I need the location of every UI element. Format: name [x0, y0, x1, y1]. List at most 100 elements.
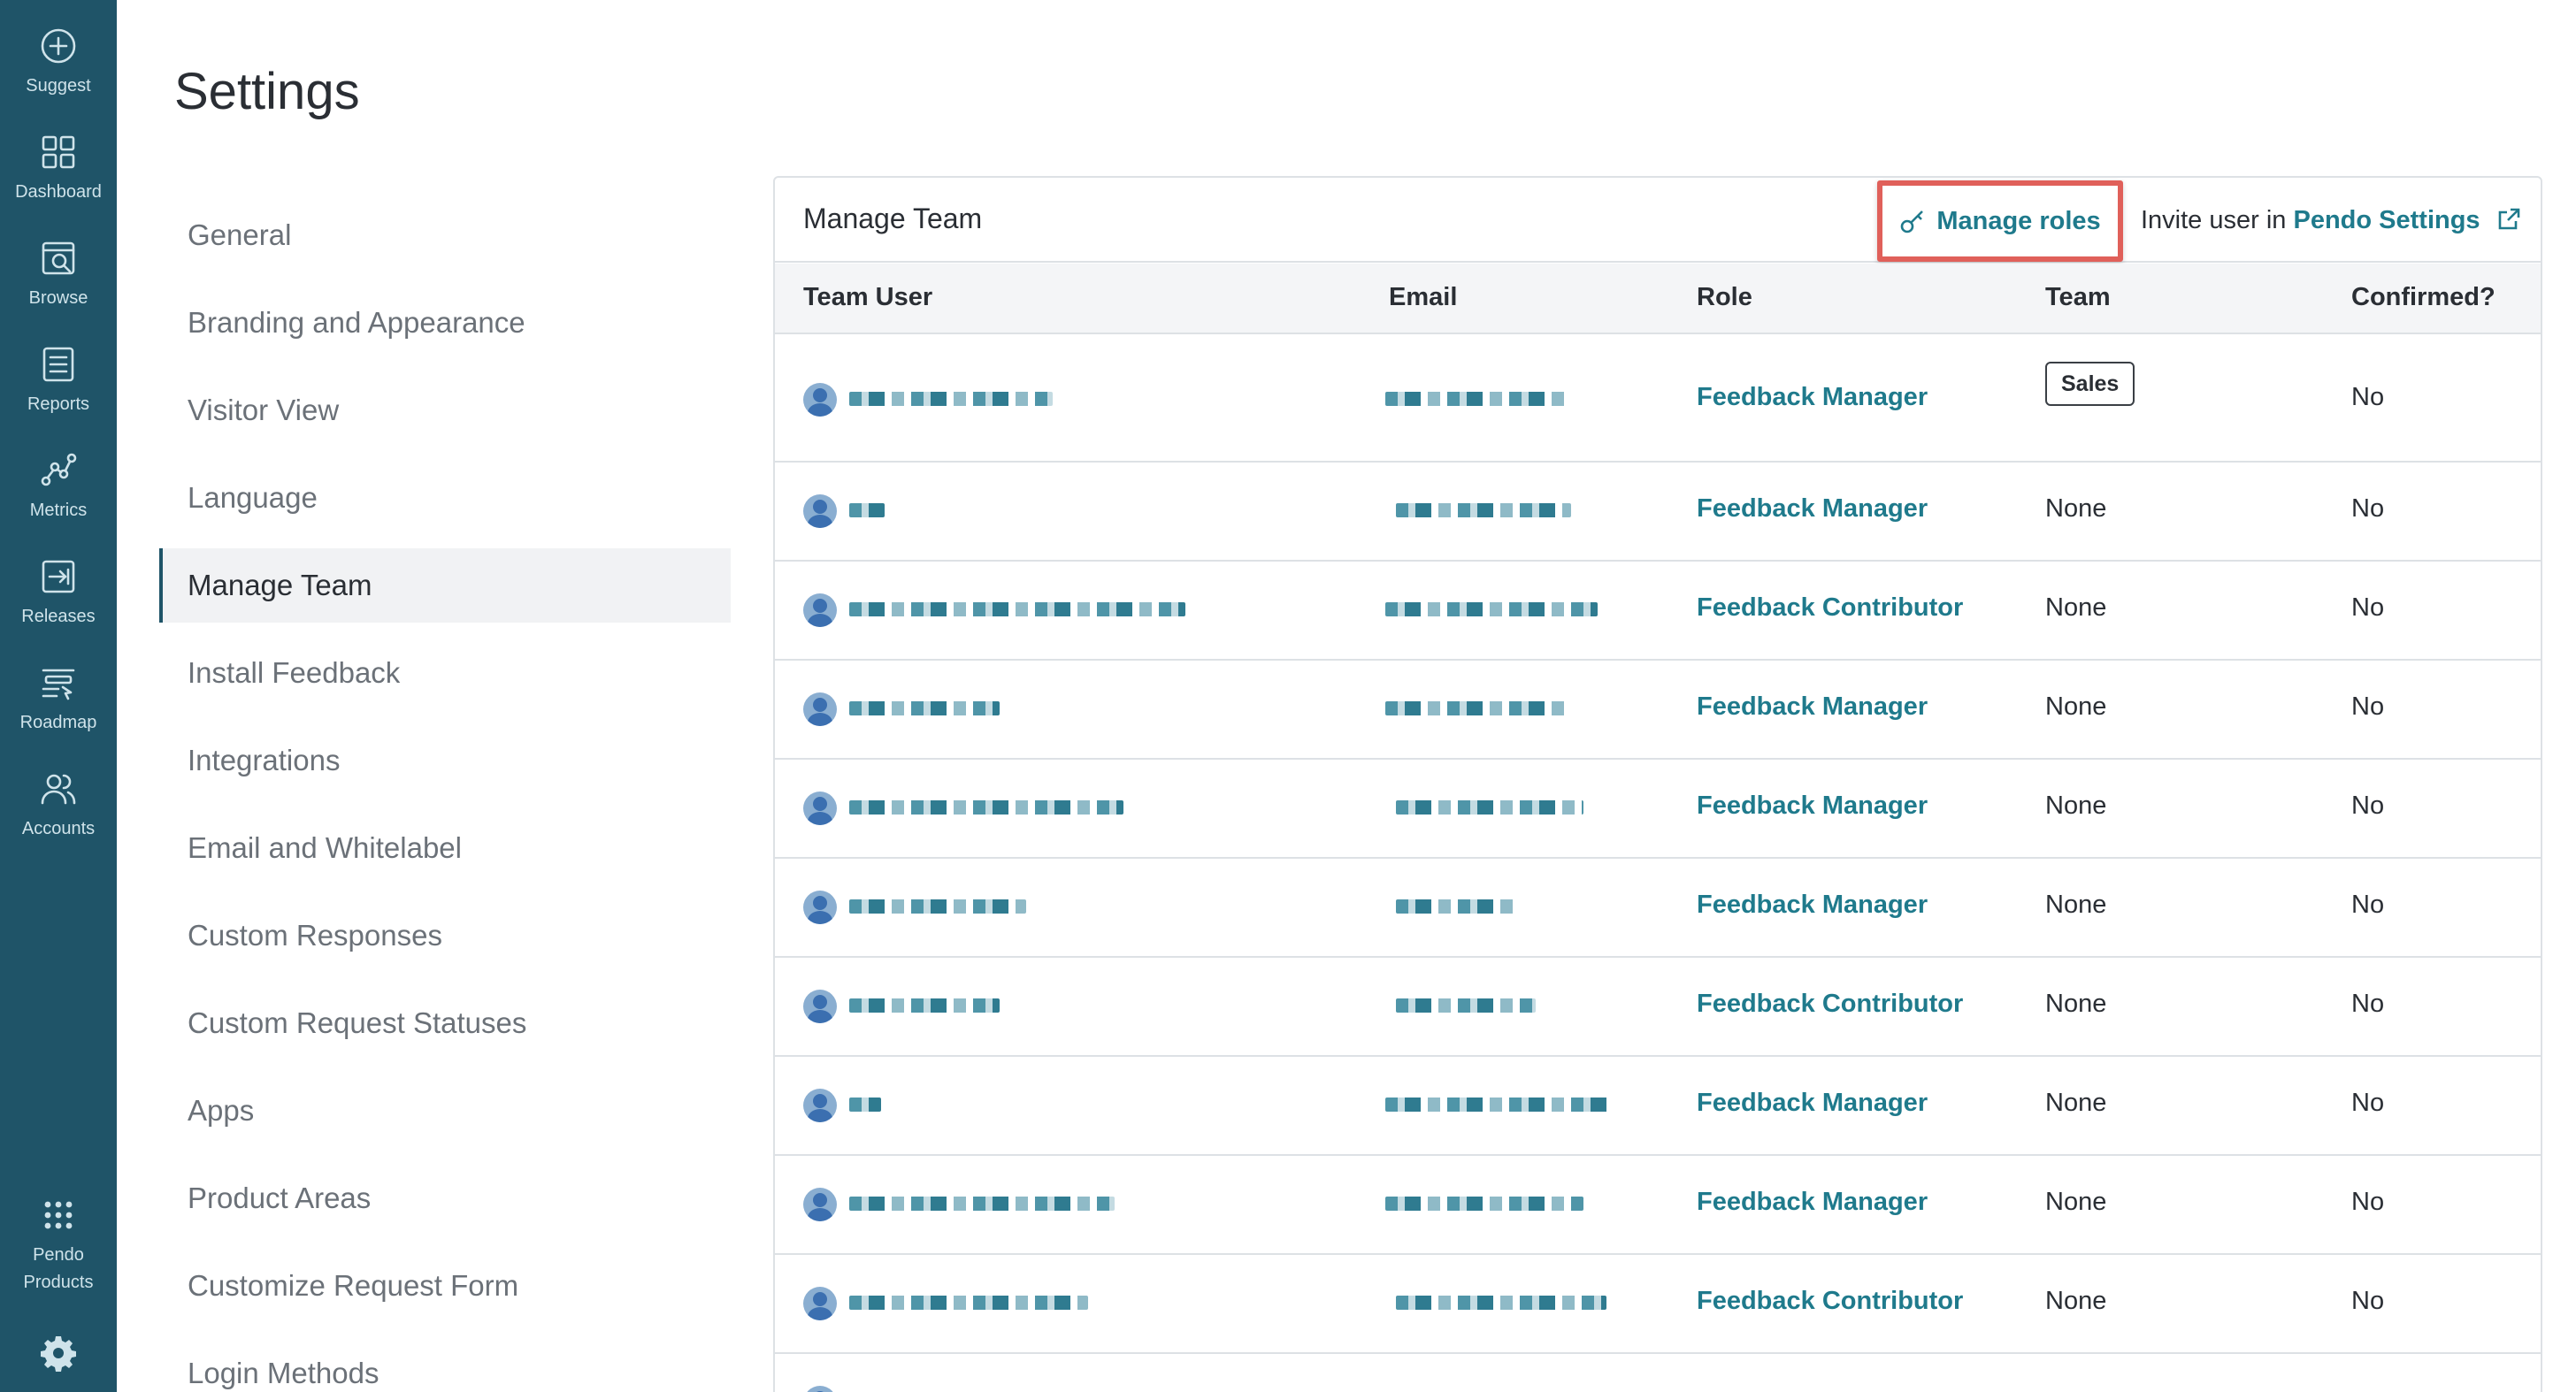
team-value: None — [2045, 891, 2107, 919]
table-row[interactable]: Feedback Manager None No — [775, 463, 2541, 562]
rail-item-releases[interactable]: Releases — [0, 557, 117, 654]
table-row[interactable]: Feedback Contributor None No — [775, 1255, 2541, 1354]
apps-grid-icon — [44, 1201, 73, 1229]
redacted-user-name — [849, 899, 1026, 914]
rail-item-dashboard[interactable]: Dashboard — [0, 133, 117, 230]
confirmed-value: No — [2351, 891, 2385, 919]
settings-nav-general[interactable]: General — [159, 198, 731, 272]
redacted-email — [1385, 701, 1571, 715]
user-avatar — [803, 891, 837, 924]
table-row[interactable]: Feedback Manager None No — [775, 859, 2541, 958]
team-value: None — [2045, 990, 2107, 1018]
confirmed-value: No — [2351, 792, 2385, 820]
rail-item-browse[interactable]: Browse — [0, 239, 117, 336]
col-confirmed[interactable]: Confirmed? — [2351, 283, 2496, 312]
team-table-body: Feedback Manager Sales No Feedback Manag… — [775, 335, 2541, 1392]
rail-item-roadmap[interactable]: Roadmap — [0, 663, 117, 761]
table-row[interactable]: Feedback Manager None No — [775, 661, 2541, 760]
accounts-icon — [41, 774, 76, 805]
settings-nav-language[interactable]: Language — [159, 461, 731, 535]
rail-item-settings[interactable] — [0, 1334, 117, 1387]
role-link[interactable]: Feedback Manager — [1697, 494, 1928, 524]
team-value: None — [2045, 593, 2107, 622]
plus-circle-icon — [41, 28, 76, 64]
reports-icon — [42, 347, 74, 382]
settings-nav-custom-request-statuses[interactable]: Custom Request Statuses — [159, 986, 731, 1060]
confirmed-value: No — [2351, 1089, 2385, 1117]
role-link[interactable]: Feedback Contributor — [1697, 1287, 1963, 1316]
rail-label-reports: Reports — [27, 394, 90, 414]
table-row[interactable]: Feedback Manager None No — [775, 1156, 2541, 1255]
invite-user-text: Invite user in Pendo Settings — [2141, 206, 2521, 235]
page-title: Settings — [174, 63, 360, 120]
table-header: Team User Email Role Team Confirmed? — [775, 264, 2541, 334]
pendo-settings-link[interactable]: Pendo Settings — [2293, 206, 2480, 234]
role-link[interactable]: Feedback Manager — [1697, 1089, 1928, 1118]
col-email[interactable]: Email — [1389, 283, 1457, 312]
role-link[interactable]: Feedback Contributor — [1697, 593, 1963, 623]
rail-label-dashboard: Dashboard — [15, 182, 102, 202]
rail-item-suggest[interactable]: Suggest — [0, 27, 117, 124]
key-icon — [1901, 210, 1924, 233]
settings-nav-manage-team[interactable]: Manage Team — [159, 548, 731, 623]
col-role[interactable]: Role — [1697, 283, 1752, 312]
col-team-user[interactable]: Team User — [803, 283, 932, 312]
settings-nav-custom-responses[interactable]: Custom Responses — [159, 899, 731, 973]
redacted-user-name — [849, 1098, 881, 1112]
confirmed-value: No — [2351, 1287, 2385, 1315]
rail-item-reports[interactable]: Reports — [0, 345, 117, 442]
redacted-email — [1396, 998, 1536, 1013]
external-link-icon[interactable] — [2496, 207, 2521, 232]
manage-roles-button[interactable]: Manage roles — [1877, 180, 2123, 262]
settings-nav-install-feedback[interactable]: Install Feedback — [159, 636, 731, 710]
panel-header: Manage Team Manage roles Invite user in … — [775, 178, 2541, 263]
redacted-email — [1385, 392, 1571, 406]
rail-label-suggest: Suggest — [26, 76, 91, 96]
role-link[interactable]: Feedback Manager — [1697, 692, 1928, 722]
rail-item-metrics[interactable]: Metrics — [0, 451, 117, 548]
user-avatar — [803, 792, 837, 825]
table-row[interactable]: Feedback Contributor None No — [775, 958, 2541, 1057]
user-avatar — [803, 383, 837, 417]
confirmed-value: No — [2351, 692, 2385, 721]
rail-item-accounts[interactable]: Accounts — [0, 769, 117, 867]
redacted-email — [1385, 1098, 1610, 1112]
table-row[interactable]: Feedback Manager Sales No — [775, 335, 2541, 463]
confirmed-value: No — [2351, 383, 2385, 411]
redacted-user-name — [849, 1197, 1115, 1211]
settings-nav-integrations[interactable]: Integrations — [159, 723, 731, 798]
col-team[interactable]: Team — [2045, 283, 2111, 312]
settings-nav-apps[interactable]: Apps — [159, 1074, 731, 1148]
table-row[interactable] — [775, 1354, 2541, 1392]
settings-nav-visitor-view[interactable]: Visitor View — [159, 373, 731, 447]
role-link[interactable]: Feedback Contributor — [1697, 990, 1963, 1019]
gear-icon — [41, 1336, 76, 1372]
redacted-user-name — [849, 602, 1185, 616]
settings-nav-branding[interactable]: Branding and Appearance — [159, 286, 731, 360]
confirmed-value: No — [2351, 990, 2385, 1018]
rail-item-pendo-products[interactable]: Pendo Products — [0, 1196, 117, 1311]
invite-prefix: Invite user in — [2141, 206, 2287, 234]
settings-nav-product-areas[interactable]: Product Areas — [159, 1161, 731, 1235]
table-row[interactable]: Feedback Manager None No — [775, 1057, 2541, 1156]
role-link[interactable]: Feedback Manager — [1697, 792, 1928, 821]
rail-label-roadmap: Roadmap — [19, 713, 97, 732]
rail-label-releases: Releases — [21, 607, 96, 626]
team-badge[interactable]: Sales — [2045, 362, 2135, 406]
redacted-email — [1385, 1197, 1583, 1211]
settings-nav-customize-request-form[interactable]: Customize Request Form — [159, 1249, 731, 1323]
role-link[interactable]: Feedback Manager — [1697, 891, 1928, 920]
role-link[interactable]: Feedback Manager — [1697, 383, 1928, 412]
settings-nav: General Branding and Appearance Visitor … — [159, 198, 731, 1392]
settings-nav-login-methods[interactable]: Login Methods — [159, 1336, 731, 1392]
user-avatar — [803, 1188, 837, 1221]
redacted-user-name — [849, 392, 1053, 406]
rail-label-metrics: Metrics — [29, 501, 88, 520]
table-row[interactable]: Feedback Contributor None No — [775, 562, 2541, 661]
rail-label-accounts: Accounts — [21, 819, 96, 838]
table-row[interactable]: Feedback Manager None No — [775, 760, 2541, 859]
role-link[interactable]: Feedback Manager — [1697, 1188, 1928, 1217]
user-avatar — [803, 593, 837, 627]
left-rail: Suggest Dashboard Browse Reports Metrics… — [0, 0, 117, 1392]
settings-nav-email-whitelabel[interactable]: Email and Whitelabel — [159, 811, 731, 885]
